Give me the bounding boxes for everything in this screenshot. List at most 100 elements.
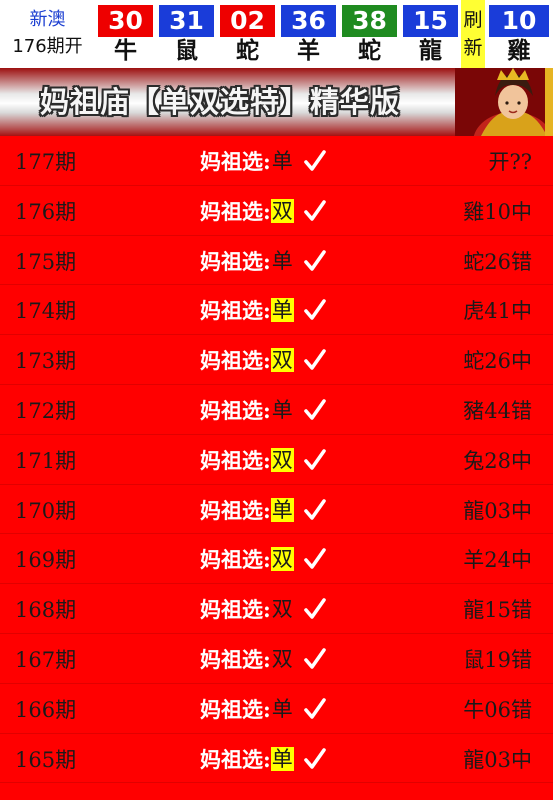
check-icon xyxy=(303,399,326,420)
ball-zodiac: 蛇 xyxy=(358,37,381,64)
list-item: 166期 妈祖选: 单 牛06错 xyxy=(0,684,553,734)
result-label: 鼠19错 xyxy=(463,647,532,672)
check-icon xyxy=(303,648,326,669)
check-icon xyxy=(303,697,326,719)
pick-value: 单 xyxy=(271,696,293,721)
ball-number: 31 xyxy=(159,5,214,37)
pick: 妈祖选: 双 xyxy=(200,195,326,227)
check-icon xyxy=(303,598,326,619)
result-label: 牛06错 xyxy=(463,697,532,722)
check-icon xyxy=(303,249,326,271)
pick: 妈祖选: 双 xyxy=(200,643,326,675)
pick-value: 双 xyxy=(271,646,293,671)
period-label: 172期 xyxy=(15,398,77,423)
pick-value: 双 xyxy=(270,547,294,572)
ball-zodiac: 牛 xyxy=(114,37,137,64)
result-ball: 38 蛇 xyxy=(339,0,400,68)
pick: 妈祖选: 双 xyxy=(200,593,326,625)
refresh-label-bottom: 新 xyxy=(463,37,483,59)
pick-label: 妈祖选: xyxy=(200,646,271,672)
refresh-button[interactable]: 刷 新 xyxy=(461,0,485,68)
pick-value: 单 xyxy=(270,497,294,522)
period-label: 166期 xyxy=(15,697,77,722)
list-item: 174期 妈祖选: 单 虎41中 xyxy=(0,285,553,336)
pick: 妈祖选: 单 xyxy=(200,145,326,177)
list-item: 167期 妈祖选: 双 鼠19错 xyxy=(0,634,553,684)
pick-label: 妈祖选: xyxy=(200,298,271,324)
list-item: 171期 妈祖选: 双 兔28中 xyxy=(0,435,553,485)
period-label: 165期 xyxy=(15,747,77,772)
list-item: 165期 妈祖选: 单 龍03中 xyxy=(0,734,553,784)
ball-number: 30 xyxy=(98,5,153,37)
pick: 妈祖选: 双 xyxy=(200,344,326,376)
ball-zodiac: 羊 xyxy=(297,37,320,64)
draw-period-label: 176期开 xyxy=(12,36,83,57)
result-label: 雞10中 xyxy=(463,199,532,224)
ball-number: 38 xyxy=(342,5,397,37)
result-label: 蛇26错 xyxy=(463,249,532,274)
pick-label: 妈祖选: xyxy=(200,447,271,473)
ball-number: 02 xyxy=(220,5,275,37)
result-ball: 02 蛇 xyxy=(217,0,278,68)
list-item: 175期 妈祖选: 单 蛇26错 xyxy=(0,236,553,286)
check-icon xyxy=(303,199,326,221)
result-label: 龍03中 xyxy=(463,498,532,523)
draw-result-bar: 新澳 176期开 30 牛 31 鼠 02 蛇 36 羊 38 蛇 15 龍 刷 xyxy=(0,0,553,68)
check-icon xyxy=(303,498,326,520)
result-label: 羊24中 xyxy=(463,548,532,573)
pick-value: 单 xyxy=(271,149,293,173)
period-label: 171期 xyxy=(15,448,77,473)
pick-label: 妈祖选: xyxy=(200,497,271,523)
prediction-list: 177期 妈祖选: 单开?? 176期 妈祖选: 双雞10中 175期 妈祖选: 单蛇26错 17… xyxy=(0,136,553,784)
check-icon xyxy=(303,150,326,171)
pick: 妈祖选: 双 xyxy=(200,543,326,575)
pick-label: 妈祖选: xyxy=(200,746,271,772)
mazu-statue-icon xyxy=(455,68,553,136)
check-icon xyxy=(303,448,326,470)
check-icon xyxy=(303,349,326,370)
period-label: 168期 xyxy=(15,598,77,623)
period-label: 177期 xyxy=(15,150,77,174)
period-label: 169期 xyxy=(15,548,77,573)
pick: 妈祖选: 双 xyxy=(200,444,326,476)
pick-label: 妈祖选: xyxy=(200,348,271,374)
pick: 妈祖选: 单 xyxy=(200,294,326,326)
pick-value: 双 xyxy=(270,447,294,472)
list-item: 176期 妈祖选: 双 雞10中 xyxy=(0,186,553,236)
special-ball: 10 雞 xyxy=(485,0,553,68)
ball-zodiac: 蛇 xyxy=(236,37,259,64)
pick-label: 妈祖选: xyxy=(200,696,271,722)
list-item: 169期 妈祖选: 双 羊24中 xyxy=(0,534,553,585)
check-icon xyxy=(303,548,326,570)
pick-label: 妈祖选: xyxy=(200,198,271,224)
result-label: 兔28中 xyxy=(463,448,532,473)
ball-zodiac: 鼠 xyxy=(175,37,198,64)
result-label: 豬44错 xyxy=(463,398,532,423)
result-label: 龍03中 xyxy=(463,747,532,772)
check-icon xyxy=(303,299,326,321)
list-item: 170期 妈祖选: 单 龍03中 xyxy=(0,485,553,535)
result-ball: 36 羊 xyxy=(278,0,339,68)
period-label: 167期 xyxy=(15,647,77,672)
pick: 妈祖选: 单 xyxy=(200,494,326,526)
lottery-name: 新澳 xyxy=(29,9,66,30)
period-label: 173期 xyxy=(15,349,77,374)
pick-value: 单 xyxy=(270,746,294,771)
pick-value: 单 xyxy=(271,248,293,273)
result-ball: 30 牛 xyxy=(95,0,156,68)
period-label: 170期 xyxy=(15,498,77,523)
period-label: 176期 xyxy=(15,199,77,224)
result-ball: 31 鼠 xyxy=(156,0,217,68)
pick: 妈祖选: 单 xyxy=(200,394,326,426)
pick-label: 妈祖选: xyxy=(200,149,271,174)
lottery-info: 新澳 176期开 xyxy=(0,0,95,68)
period-label: 175期 xyxy=(15,249,77,274)
ball-number: 36 xyxy=(281,5,336,37)
list-item: 168期 妈祖选: 双 龍15错 xyxy=(0,584,553,634)
pick-value: 双 xyxy=(270,348,294,373)
page-banner: 妈祖庙【单双选特】精华版 xyxy=(0,68,553,136)
check-icon xyxy=(303,747,326,769)
special-ball-zodiac: 雞 xyxy=(507,37,531,64)
pick-value: 双 xyxy=(271,597,293,622)
special-ball-number: 10 xyxy=(489,5,549,37)
